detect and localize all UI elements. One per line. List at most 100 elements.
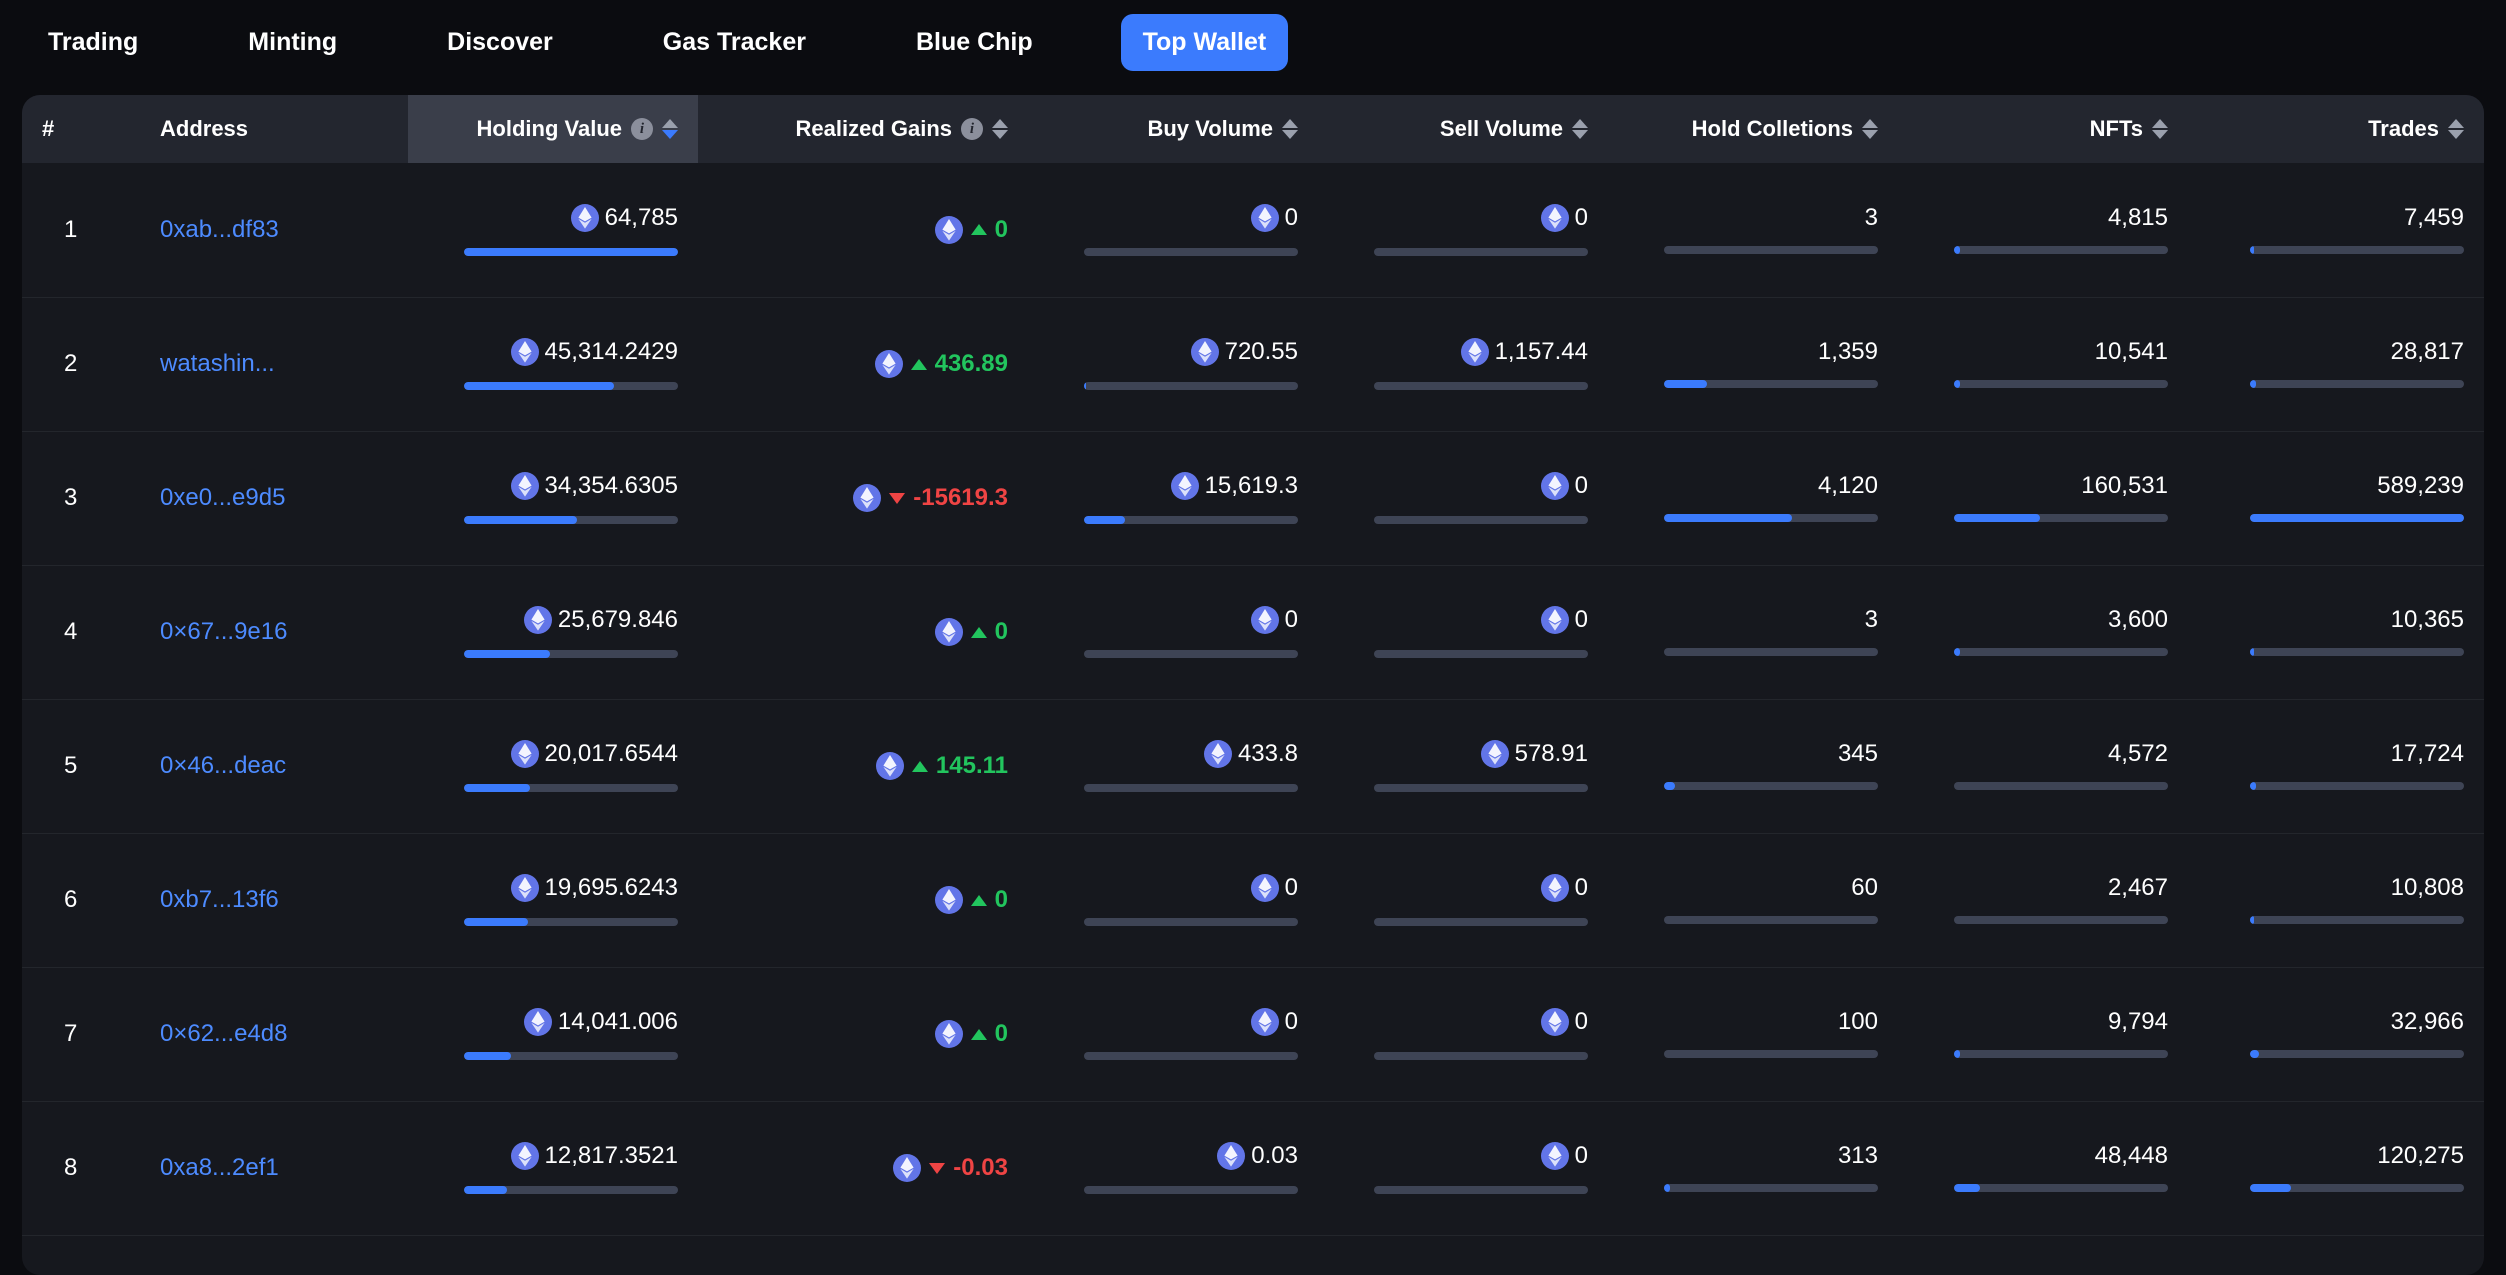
column-header-inner-coll[interactable]: Hold Colletions xyxy=(1692,116,1878,142)
column-header-buy[interactable]: Buy Volume xyxy=(1028,95,1318,163)
table-row[interactable]: 8 0xa8...2ef1 12,817.3521 -0.03 0.03 0 313 48,4… xyxy=(22,1101,2484,1235)
info-tooltip-icon[interactable]: i xyxy=(631,118,653,140)
column-header-inner-hold[interactable]: Holding Value i xyxy=(477,116,678,142)
column-header-inner-nfts[interactable]: NFTs xyxy=(2090,116,2168,142)
hold-progress-fill xyxy=(464,918,529,926)
column-header-inner-buy[interactable]: Buy Volume xyxy=(1147,116,1298,142)
buy-value-row: 720.55 xyxy=(1190,338,1298,366)
nav-item-top-wallet[interactable]: Top Wallet xyxy=(1120,14,1289,71)
column-header-addr: Address xyxy=(140,95,408,163)
ethereum-icon xyxy=(853,484,882,512)
column-header-sell[interactable]: Sell Volume xyxy=(1318,95,1608,163)
nav-item-trading[interactable]: Trading xyxy=(26,14,160,71)
sell-value-row: 0 xyxy=(1540,203,1588,232)
gains-cell: 1137595.15 xyxy=(698,1235,1028,1275)
sell-value: 0 xyxy=(1574,203,1588,231)
column-header-gains[interactable]: Realized Gains i xyxy=(698,95,1028,163)
nav-item-gas-tracker[interactable]: Gas Tracker xyxy=(641,14,828,71)
column-header-trades[interactable]: Trades xyxy=(2188,95,2484,163)
nfts-value: 4,815 xyxy=(2107,203,2168,231)
ethereum-icon xyxy=(1190,338,1219,366)
nfts-value-row: 9,794 xyxy=(2108,1010,2168,1034)
sell-value-row: 0 xyxy=(1540,606,1588,634)
trades-cell: 10,365 xyxy=(2188,565,2484,699)
trades-value-row: 10,808 xyxy=(2391,876,2464,900)
hold-cell-stack: 64,785 xyxy=(428,203,678,256)
nav-item-discover[interactable]: Discover xyxy=(425,14,575,71)
trades-value-row: 10,365 xyxy=(2391,608,2464,632)
gains-cell: 0 xyxy=(698,967,1028,1101)
nfts-value-row: 3,600 xyxy=(2108,608,2168,632)
sort-toggle-icon[interactable] xyxy=(662,119,678,139)
gains-cell: -15619.3 xyxy=(698,431,1028,565)
sell-value: 0 xyxy=(1574,606,1588,633)
coll-cell-stack: 3 xyxy=(1628,608,1878,656)
trades-value-row: 120,275 xyxy=(2377,1144,2464,1168)
table-row[interactable]: 3 0xe0...e9d5 34,354.6305 -15619.3 15,619.3 0… xyxy=(22,431,2484,565)
sell-value: 578.91 xyxy=(1514,740,1588,767)
column-header-inner-trades[interactable]: Trades xyxy=(2368,116,2464,142)
column-header-nfts[interactable]: NFTs xyxy=(1898,95,2188,163)
column-header-coll[interactable]: Hold Colletions xyxy=(1608,95,1898,163)
nav-item-minting[interactable]: Minting xyxy=(226,14,359,71)
hold-value: 25,679.846 xyxy=(557,606,678,633)
wallet-address-link[interactable]: 0xe0...e9d5 xyxy=(160,484,285,511)
sell-progress-bar xyxy=(1374,650,1588,658)
trades-progress-fill xyxy=(2250,1050,2259,1058)
info-tooltip-icon[interactable]: i xyxy=(961,118,983,140)
wallet-address-link[interactable]: 0×62...e4d8 xyxy=(160,1020,287,1047)
trend-down-icon xyxy=(889,492,906,504)
hold-value: 20,017.6544 xyxy=(544,740,678,767)
table-row[interactable]: 6 0xb7...13f6 19,695.6243 0 0 0 60 2,467 10,808 xyxy=(22,833,2484,967)
table-row[interactable]: 2 watashin... 45,314.2429 436.89 720.55 1,157… xyxy=(22,297,2484,431)
coll-progress-fill xyxy=(1664,514,1793,522)
table-row[interactable]: 7 0×62...e4d8 14,041.006 0 0 0 100 9,794 32,966 xyxy=(22,967,2484,1101)
coll-cell: 76 xyxy=(1608,1235,1898,1275)
wallet-address-link[interactable]: watashin... xyxy=(160,350,275,377)
trades-cell-stack: 7,459 xyxy=(2208,205,2464,254)
buy-value: 0 xyxy=(1284,203,1298,231)
coll-progress-fill xyxy=(1664,380,1707,388)
column-header-label-rank: # xyxy=(42,116,55,141)
wallet-address-link[interactable]: 0xab...df83 xyxy=(160,216,279,243)
trades-cell-stack: 589,239 xyxy=(2208,474,2464,522)
table-row[interactable]: 5 0×46...deac 20,017.6544 145.11 433.8 578.91… xyxy=(22,699,2484,833)
ethereum-icon xyxy=(1540,203,1569,232)
rank-cell: 7 xyxy=(64,1020,78,1047)
gains-value: 436.89 xyxy=(934,350,1008,377)
nfts-cell-stack: 2,467 xyxy=(1918,876,2168,924)
trades-value: 10,365 xyxy=(2390,606,2464,633)
table-row[interactable]: 1 0xab...df83 64,785 0 0 0 3 4,815 7,459 xyxy=(22,163,2484,297)
coll-cell-stack: 313 xyxy=(1628,1144,1878,1192)
hold-value-row: 20,017.6544 xyxy=(510,740,678,768)
sort-toggle-icon[interactable] xyxy=(2152,119,2168,139)
column-header-hold[interactable]: Holding Value i xyxy=(408,95,698,163)
table-row[interactable]: 90×29...a20b11,813.82261137595.1583,052.… xyxy=(22,1235,2484,1275)
sort-ascending-arrow-icon xyxy=(2152,119,2168,128)
sort-toggle-icon[interactable] xyxy=(1572,119,1588,139)
sort-toggle-icon[interactable] xyxy=(992,119,1008,139)
sort-toggle-icon[interactable] xyxy=(1862,119,1878,139)
table-row[interactable]: 4 0×67...9e16 25,679.846 0 0 0 3 3,600 10,365 xyxy=(22,565,2484,699)
nfts-progress-bar xyxy=(1954,380,2168,388)
gains-cell-stack: 0 xyxy=(718,618,1008,646)
buy-value: 720.55 xyxy=(1224,338,1298,365)
column-header-inner-gains[interactable]: Realized Gains i xyxy=(795,116,1008,142)
sort-ascending-arrow-icon xyxy=(1282,119,1298,128)
wallet-address-link[interactable]: 0xa8...2ef1 xyxy=(160,1154,279,1181)
wallet-address-link[interactable]: 0×67...9e16 xyxy=(160,618,287,645)
column-header-inner-sell[interactable]: Sell Volume xyxy=(1440,116,1588,142)
sort-toggle-icon[interactable] xyxy=(1282,119,1298,139)
wallet-address-link[interactable]: 0×46...deac xyxy=(160,752,286,779)
trades-value: 10,808 xyxy=(2390,874,2464,901)
nfts-cell: 160,531 xyxy=(1898,431,2188,565)
wallet-address-link[interactable]: 0xb7...13f6 xyxy=(160,886,279,913)
hold-progress-bar xyxy=(464,784,678,792)
sort-ascending-arrow-icon xyxy=(1572,119,1588,128)
nfts-progress-bar xyxy=(1954,648,2168,656)
table-header-row: # Address Holding Value i Realized Gains i Buy… xyxy=(22,95,2484,163)
sort-toggle-icon[interactable] xyxy=(2448,119,2464,139)
trades-progress-fill xyxy=(2250,916,2255,924)
buy-value: 0 xyxy=(1284,606,1298,633)
nav-item-blue-chip[interactable]: Blue Chip xyxy=(894,14,1055,71)
